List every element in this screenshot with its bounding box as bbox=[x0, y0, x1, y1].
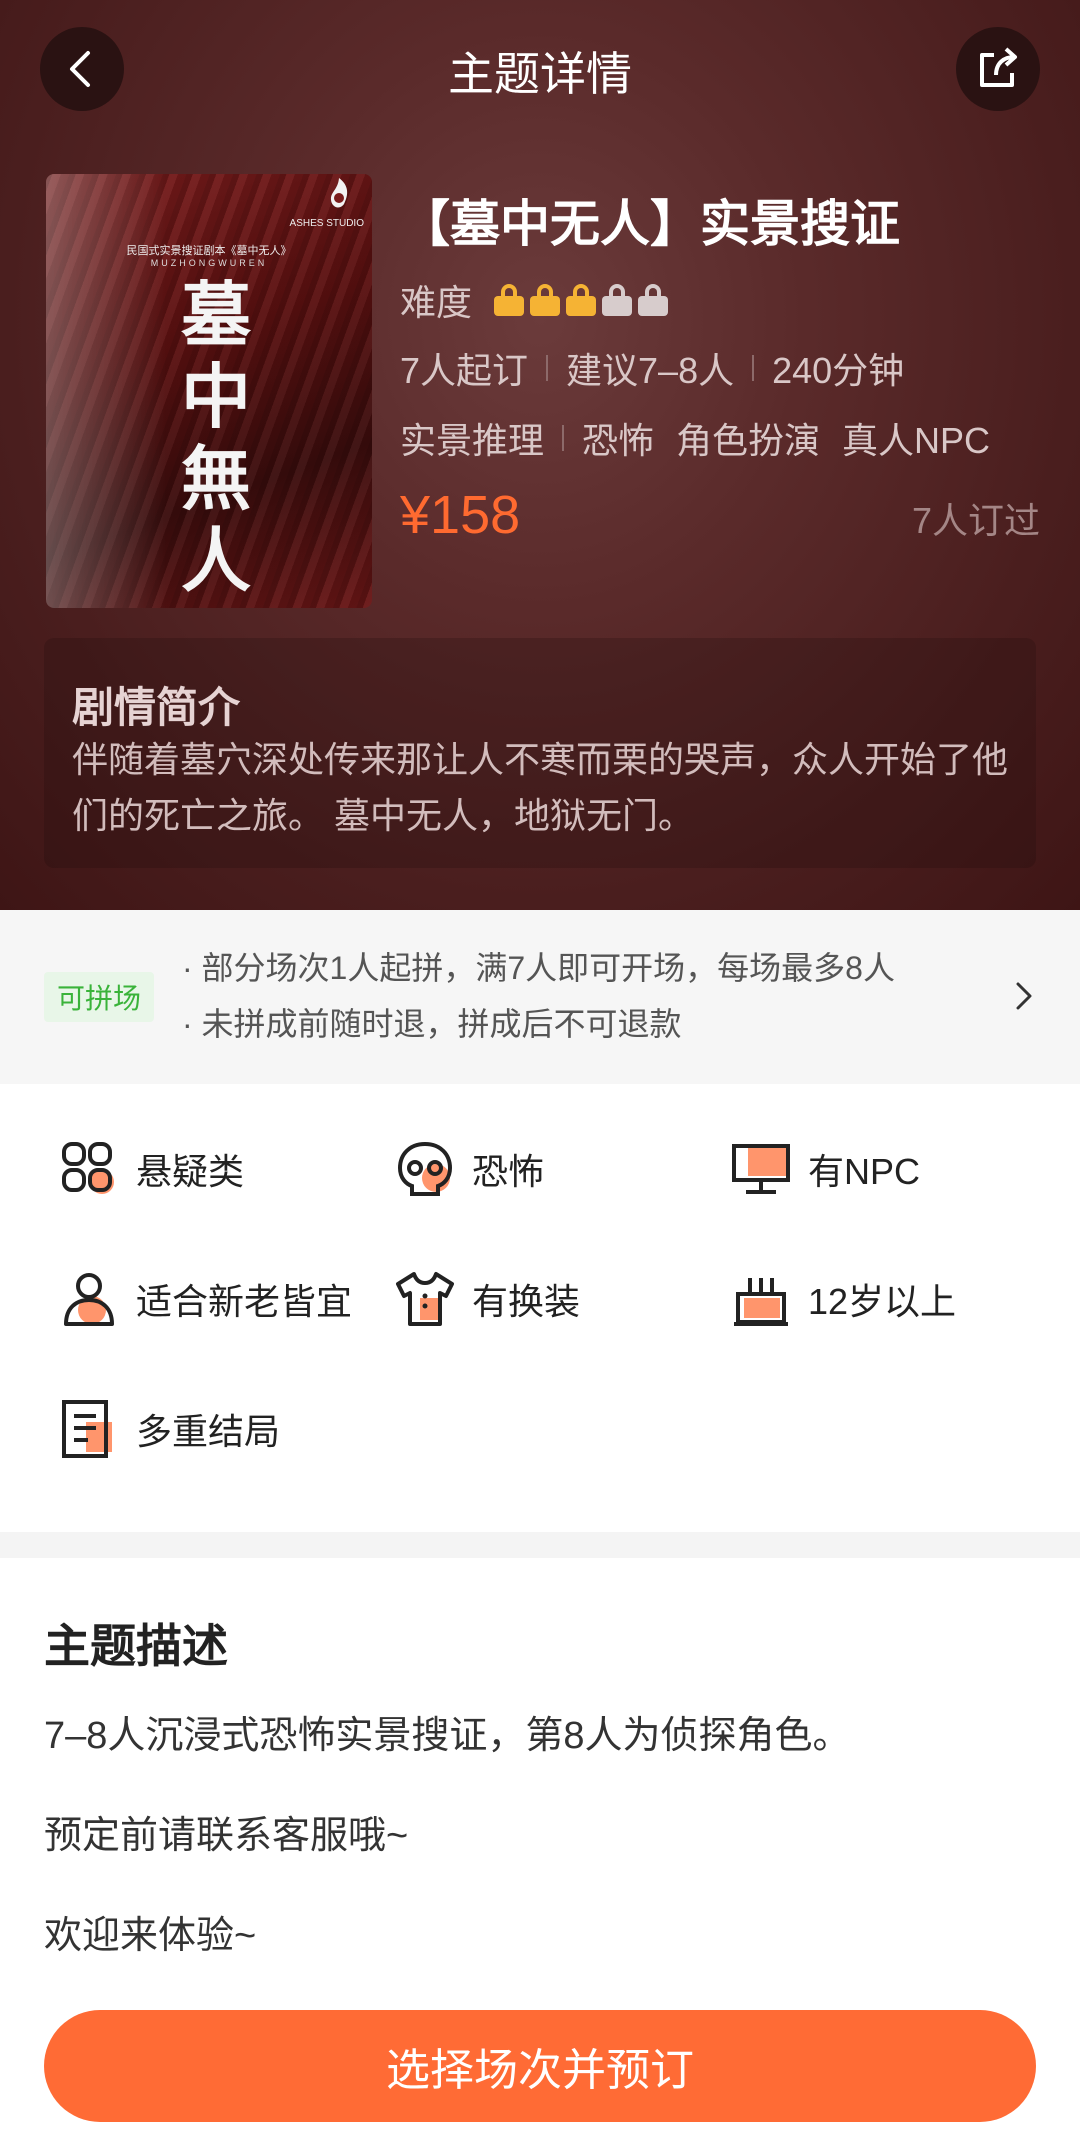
difficulty-locks bbox=[494, 284, 669, 316]
group-buy-strip[interactable]: 可拼场 · 部分场次1人起拼，满7人即可开场，每场最多8人 · 未拼成前随时退，… bbox=[0, 910, 1080, 1084]
book-session-button[interactable]: 选择场次并预订 bbox=[44, 2010, 1036, 2122]
poster-calligraphy: 墓中無人 bbox=[181, 273, 251, 602]
price: ¥158 bbox=[400, 485, 521, 545]
cake-icon bbox=[734, 1278, 788, 1326]
poster-subtitle: 民国式实景搜证剧本《墓中无人》 bbox=[126, 244, 292, 257]
feature-item: 12岁以上 bbox=[730, 1268, 956, 1330]
lock-icon bbox=[566, 284, 597, 316]
page-title: 主题详情 bbox=[448, 48, 632, 100]
difficulty-label: 难度 bbox=[400, 282, 473, 323]
lock-icon bbox=[638, 284, 669, 316]
tag: 角色扮演 bbox=[676, 420, 821, 461]
feature-label: 悬疑类 bbox=[136, 1151, 245, 1192]
feature-label: 有NPC bbox=[808, 1151, 921, 1192]
person-icon bbox=[64, 1273, 114, 1326]
lock-icon bbox=[530, 284, 561, 316]
feature-item: 恐怖 bbox=[394, 1138, 544, 1200]
feature-label: 恐怖 bbox=[472, 1151, 545, 1192]
divider bbox=[752, 355, 755, 381]
navbar: 主题详情 bbox=[0, 0, 1080, 140]
feature-item: 适合新老皆宜 bbox=[58, 1268, 352, 1330]
description-line: 7–8人沉浸式恐怖实景搜证，第8人为侦探角色。 bbox=[44, 1715, 851, 1757]
tag: 真人NPC bbox=[842, 420, 991, 461]
chevron-right-icon bbox=[1016, 982, 1032, 1010]
section-divider bbox=[0, 1532, 1080, 1558]
difficulty-row: 难度 bbox=[400, 274, 669, 326]
synopsis-card: 剧情简介 伴随着墓穴深处传来那让人不寒而栗的哭声，众人开始了他们的死亡之旅。 墓… bbox=[44, 638, 1036, 868]
feature-label: 有换装 bbox=[472, 1281, 581, 1322]
duration: 240分钟 bbox=[772, 350, 905, 391]
feature-label: 多重结局 bbox=[136, 1411, 281, 1452]
feature-item: 有换装 bbox=[394, 1268, 580, 1330]
monitor-icon bbox=[732, 1144, 790, 1194]
feature-item: 悬疑类 bbox=[58, 1138, 244, 1200]
share-button[interactable] bbox=[956, 27, 1040, 111]
meta-row: 7人起订 建议7–8人 240分钟 bbox=[400, 342, 904, 394]
tshirt-icon bbox=[396, 1272, 454, 1326]
tags-row: 实景推理 恐怖 角色扮演 真人NPC bbox=[400, 412, 990, 464]
description-line: 预定前请联系客服哦~ bbox=[44, 1815, 409, 1857]
skull-icon bbox=[397, 1141, 453, 1196]
hero-header: 主题详情 ASHES STUDIO 民国式实景搜证剧本《墓中无人》 MUZHON… bbox=[0, 0, 1080, 910]
group-buy-badge: 可拼场 bbox=[44, 972, 154, 1022]
synopsis-title: 剧情简介 bbox=[72, 684, 241, 731]
puzzle-grid-icon bbox=[62, 1142, 114, 1194]
lock-icon bbox=[602, 284, 633, 316]
tag: 实景推理 bbox=[400, 420, 545, 461]
poster-brand: ASHES STUDIO bbox=[289, 218, 364, 229]
suggested-people: 建议7–8人 bbox=[566, 350, 735, 391]
tag: 恐怖 bbox=[582, 420, 655, 461]
group-buy-rule: · 未拼成前随时退，拼成后不可退款 bbox=[182, 1006, 682, 1042]
feature-label: 适合新老皆宜 bbox=[136, 1281, 353, 1322]
divider bbox=[562, 425, 565, 451]
share-icon bbox=[980, 47, 1017, 87]
group-buy-rules: · 部分场次1人起拼，满7人即可开场，每场最多8人 · 未拼成前随时退，拼成后不… bbox=[182, 940, 895, 1052]
poster-pinyin: MUZHONGWUREN bbox=[150, 258, 268, 268]
group-buy-rule: · 部分场次1人起拼，满7人即可开场，每场最多8人 bbox=[182, 950, 895, 986]
studio-logo-icon bbox=[330, 178, 348, 208]
booked-count: 7人订过 bbox=[911, 500, 1040, 541]
feature-grid: 悬疑类 恐怖 有NPC 适合新老皆宜 有换装 12岁以上 多重结局 bbox=[0, 1084, 1080, 1532]
theme-poster: ASHES STUDIO 民国式实景搜证剧本《墓中无人》 MUZHONGWURE… bbox=[46, 174, 372, 608]
document-icon bbox=[62, 1400, 112, 1458]
feature-item: 有NPC bbox=[730, 1138, 920, 1200]
feature-label: 12岁以上 bbox=[808, 1281, 957, 1322]
description-title: 主题描述 bbox=[44, 1620, 228, 1672]
min-people: 7人起订 bbox=[400, 350, 529, 391]
divider bbox=[546, 355, 549, 381]
theme-title: 【墓中无人】实景搜证 bbox=[400, 196, 900, 252]
feature-item: 多重结局 bbox=[58, 1398, 280, 1460]
lock-icon bbox=[494, 284, 525, 316]
synopsis-text: 伴随着墓穴深处传来那让人不寒而栗的哭声，众人开始了他们的死亡之旅。 墓中无人，地… bbox=[72, 739, 1009, 836]
description-line: 欢迎来体验~ bbox=[44, 1915, 257, 1957]
